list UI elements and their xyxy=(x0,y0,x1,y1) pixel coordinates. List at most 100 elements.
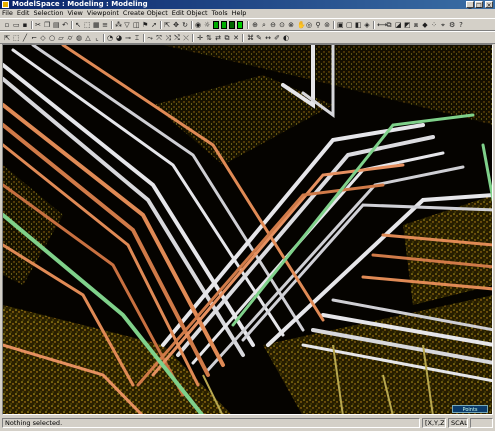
circle-icon[interactable]: ○ xyxy=(48,33,56,42)
menu-create-object[interactable]: Create Object xyxy=(121,9,170,18)
point-cloud-scene xyxy=(3,45,492,414)
mirror-icon[interactable]: ⇄ xyxy=(214,33,222,42)
model-viewport[interactable] xyxy=(2,44,493,415)
status-coords: [X,Y,Z] xyxy=(422,418,446,428)
merge-icon[interactable]: ⤨ xyxy=(164,33,172,42)
zoom-prev-icon[interactable]: ⊗ xyxy=(287,20,295,29)
status-message: Nothing selected. xyxy=(2,418,420,428)
delete-icon[interactable]: ✕ xyxy=(232,33,240,42)
paste-icon[interactable]: ▤ xyxy=(52,20,60,29)
trim-icon[interactable]: ⤭ xyxy=(173,33,181,42)
menu-bar: File Edit Selection View Viewpoint Create Obj… xyxy=(0,9,495,18)
fence-select-icon[interactable]: ⬚ xyxy=(83,20,91,29)
points-icon[interactable]: ⁘ xyxy=(430,20,438,29)
cone-icon[interactable]: △ xyxy=(84,33,92,42)
pan-icon[interactable]: ✋ xyxy=(296,20,306,29)
fence-icon[interactable]: ◇ xyxy=(39,33,47,42)
extend-icon[interactable]: ⤳ xyxy=(146,33,154,42)
flag-icon[interactable]: ⚑ xyxy=(141,20,149,29)
clip-icon[interactable]: ◪ xyxy=(394,20,402,29)
brush-icon[interactable]: ✐ xyxy=(273,33,281,42)
layer-color-3[interactable] xyxy=(229,21,235,29)
zoom-fit-icon[interactable]: ⊙ xyxy=(278,20,286,29)
look-icon[interactable]: ⊚ xyxy=(323,20,331,29)
status-scale: SCALE xyxy=(448,418,468,428)
menu-edit[interactable]: Edit xyxy=(15,9,32,18)
menu-view[interactable]: View xyxy=(65,9,84,18)
title-bar: ModelSpace : Modeling : Modeling _ □ × xyxy=(0,0,495,9)
plane-icon[interactable]: ▱ xyxy=(57,33,65,42)
fit-plane-icon[interactable]: ◕ xyxy=(115,33,123,42)
filter-icon[interactable]: ▽ xyxy=(123,20,131,29)
new-icon[interactable]: ▫ xyxy=(3,20,11,29)
view-top-icon[interactable]: ▢ xyxy=(345,20,353,29)
arrow-icon[interactable]: ➚ xyxy=(150,20,158,29)
render-icon[interactable]: ◩ xyxy=(403,20,411,29)
fit-steel-icon[interactable]: ⌶ xyxy=(133,33,141,42)
maximize-button[interactable]: □ xyxy=(475,1,483,9)
layers-icon[interactable]: ≡ xyxy=(101,20,109,29)
zoom-out-icon[interactable]: ⊖ xyxy=(269,20,277,29)
help-icon[interactable]: ? xyxy=(457,20,465,29)
box-select-icon[interactable]: ⬚ xyxy=(12,33,20,42)
layer-color-2[interactable] xyxy=(221,21,227,29)
cursor-icon[interactable]: ⇱ xyxy=(163,20,171,29)
copy-icon[interactable]: ❐ xyxy=(43,20,51,29)
eye-icon[interactable]: ◉ xyxy=(194,20,202,29)
close-button[interactable]: × xyxy=(485,1,493,9)
menu-tools[interactable]: Tools xyxy=(210,9,230,18)
select-icon[interactable]: ↖ xyxy=(74,20,82,29)
connect-icon[interactable]: ⤧ xyxy=(155,33,163,42)
orbit-icon[interactable]: ◎ xyxy=(305,20,313,29)
undo-icon[interactable]: ↶ xyxy=(61,20,69,29)
view-iso-icon[interactable]: ◈ xyxy=(363,20,371,29)
wire-icon[interactable]: ⧈ xyxy=(412,20,420,29)
copy-object-icon[interactable]: ⧉ xyxy=(223,33,231,42)
measure-icon[interactable]: ⟷ xyxy=(376,20,387,29)
align-icon[interactable]: ⇅ xyxy=(205,33,213,42)
layer-color-4[interactable] xyxy=(237,21,243,29)
shade-icon[interactable]: ◆ xyxy=(421,20,429,29)
polyline-icon[interactable]: ⌐ xyxy=(30,33,38,42)
menu-viewpoint[interactable]: Viewpoint xyxy=(85,9,121,18)
walk-icon[interactable]: ⚲ xyxy=(314,20,322,29)
menu-selection[interactable]: Selection xyxy=(31,9,65,18)
menu-help[interactable]: Help xyxy=(230,9,249,18)
elbow-icon[interactable]: ⌞ xyxy=(93,33,101,42)
view-front-icon[interactable]: ▣ xyxy=(336,20,344,29)
color-icon[interactable]: ◐ xyxy=(282,33,290,42)
zoom-in-icon[interactable]: ⊕ xyxy=(251,20,259,29)
annotate-icon[interactable]: ✎ xyxy=(255,33,263,42)
cut-icon[interactable]: ✂ xyxy=(34,20,42,29)
tag-icon[interactable]: ⌘ xyxy=(246,33,254,42)
menu-file[interactable]: File xyxy=(0,9,15,18)
open-icon[interactable]: ▭ xyxy=(12,20,20,29)
line-icon[interactable]: ╱ xyxy=(21,33,29,42)
layer-color-1[interactable] xyxy=(213,21,219,29)
pick-icon[interactable]: ⇱ xyxy=(3,33,11,42)
fit-cylinder-icon[interactable]: ◔ xyxy=(106,33,114,42)
section-icon[interactable]: ⧉ xyxy=(385,20,393,29)
light-icon[interactable]: ☼ xyxy=(203,20,211,29)
fit-pipe-icon[interactable]: ⊸ xyxy=(124,33,132,42)
sphere-icon[interactable]: ◍ xyxy=(75,33,83,42)
menu-edit-object[interactable]: Edit Object xyxy=(170,9,210,18)
fit-icon[interactable]: ◫ xyxy=(132,20,140,29)
camera-icon[interactable]: ⌖ xyxy=(439,20,447,29)
cloud-icon[interactable]: ⁂ xyxy=(114,20,122,29)
points-loading-indicator: Points Loading... xyxy=(452,405,488,421)
split-icon[interactable]: ⤬ xyxy=(182,33,190,42)
settings-icon[interactable]: ⚙ xyxy=(448,20,456,29)
view-side-icon[interactable]: ◧ xyxy=(354,20,362,29)
grid-icon[interactable]: ▦ xyxy=(92,20,100,29)
move-icon[interactable]: ✥ xyxy=(172,20,180,29)
main-toolbar: ▫ ▭ ▪ ✂ ❐ ▤ ↶ ↖ ⬚ ▦ ≡ ⁂ ▽ ◫ ⚑ ➚ ⇱ ✥ ↻ ◉ … xyxy=(0,18,495,31)
dimension-icon[interactable]: ↔ xyxy=(264,33,272,42)
snap-icon[interactable]: ✛ xyxy=(196,33,204,42)
modeling-toolbar: ⇱ ⬚ ╱ ⌐ ◇ ○ ▱ ⌭ ◍ △ ⌞ ◔ ◕ ⊸ ⌶ ⤳ ⤧ ⤨ ⤭ ⤬ … xyxy=(0,31,495,44)
rotate-icon[interactable]: ↻ xyxy=(181,20,189,29)
save-icon[interactable]: ▪ xyxy=(21,20,29,29)
minimize-button[interactable]: _ xyxy=(466,1,474,9)
zoom-window-icon[interactable]: ⌕ xyxy=(260,20,268,29)
cylinder-icon[interactable]: ⌭ xyxy=(66,33,74,42)
